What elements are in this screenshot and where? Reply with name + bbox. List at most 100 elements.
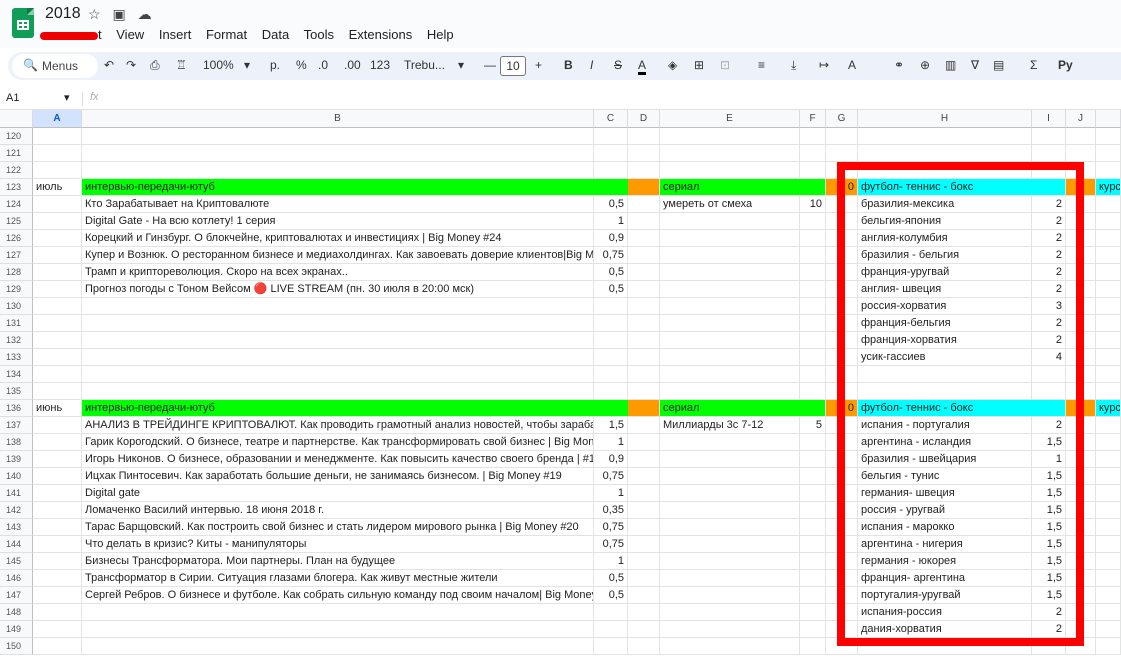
currency-format-button[interactable]: р. — [270, 58, 280, 72]
cell-k-132[interactable] — [1096, 332, 1121, 349]
cell-e-143[interactable] — [660, 519, 800, 536]
cell-c-125[interactable]: 1 — [594, 213, 628, 230]
cell-k-144[interactable] — [1096, 536, 1121, 553]
cell-b-138[interactable]: Гарик Корогодский. О бизнесе, театре и п… — [82, 434, 594, 451]
cell-f-130[interactable] — [800, 298, 826, 315]
cell-d-146[interactable] — [628, 570, 660, 587]
row-number[interactable]: 149 — [0, 621, 33, 638]
cell-d-132[interactable] — [628, 332, 660, 349]
column-header-h[interactable]: H — [858, 110, 1032, 128]
cell-f-123[interactable] — [800, 179, 826, 196]
cell-i-121[interactable] — [1032, 145, 1066, 162]
borders-icon[interactable]: ⊞ — [694, 58, 704, 72]
cell-f-139[interactable] — [800, 451, 826, 468]
cell-d-130[interactable] — [628, 298, 660, 315]
menu-data[interactable]: Data — [262, 27, 289, 42]
cell-f-131[interactable] — [800, 315, 826, 332]
cell-h-120[interactable] — [858, 128, 1032, 145]
cell-e-126[interactable] — [660, 230, 800, 247]
cell-a-123[interactable]: июль — [33, 179, 82, 196]
cell-f-120[interactable] — [800, 128, 826, 145]
cell-j-121[interactable] — [1066, 145, 1096, 162]
name-box[interactable]: A1 — [6, 92, 19, 104]
cell-f-129[interactable] — [800, 281, 826, 298]
cell-b-125[interactable]: Digital Gate - На всю котлету! 1 серия — [82, 213, 594, 230]
row-number[interactable]: 128 — [0, 264, 33, 281]
row-number[interactable]: 150 — [0, 638, 33, 655]
cell-k-130[interactable] — [1096, 298, 1121, 315]
cell-b-142[interactable]: Ломаченко Василий интервью. 18 июня 2018… — [82, 502, 594, 519]
cell-b-128[interactable]: Трамп и криптореволюция. Скоро на всех э… — [82, 264, 594, 281]
cell-f-126[interactable] — [800, 230, 826, 247]
cell-d-120[interactable] — [628, 128, 660, 145]
cell-d-145[interactable] — [628, 553, 660, 570]
text-wrap-icon[interactable]: ↦ — [819, 58, 829, 72]
cell-b-130[interactable] — [82, 298, 594, 315]
menu-format[interactable]: Format — [206, 27, 247, 42]
cell-a-150[interactable] — [33, 638, 82, 655]
cell-a-127[interactable] — [33, 247, 82, 264]
row-number[interactable]: 147 — [0, 587, 33, 604]
cell-c-147[interactable]: 0,5 — [594, 587, 628, 604]
cell-d-148[interactable] — [628, 604, 660, 621]
cell-b-149[interactable] — [82, 621, 594, 638]
cell-f-145[interactable] — [800, 553, 826, 570]
cell-k-143[interactable] — [1096, 519, 1121, 536]
cell-a-138[interactable] — [33, 434, 82, 451]
cell-d-135[interactable] — [628, 383, 660, 400]
cell-k-133[interactable] — [1096, 349, 1121, 366]
row-number[interactable]: 129 — [0, 281, 33, 298]
cell-e-128[interactable] — [660, 264, 800, 281]
row-number[interactable]: 142 — [0, 502, 33, 519]
cell-a-149[interactable] — [33, 621, 82, 638]
cell-a-146[interactable] — [33, 570, 82, 587]
cell-c-149[interactable] — [594, 621, 628, 638]
cell-c-144[interactable]: 0,75 — [594, 536, 628, 553]
cell-j-120[interactable] — [1066, 128, 1096, 145]
font-size-input[interactable]: 10 — [500, 56, 526, 76]
cell-b-141[interactable]: Digital gate — [82, 485, 594, 502]
chevron-down-icon[interactable]: ▾ — [64, 91, 70, 104]
row-number[interactable]: 139 — [0, 451, 33, 468]
cell-k-131[interactable] — [1096, 315, 1121, 332]
row-number[interactable]: 134 — [0, 366, 33, 383]
column-header-f[interactable]: F — [800, 110, 826, 128]
row-number[interactable]: 122 — [0, 162, 33, 179]
cell-a-148[interactable] — [33, 604, 82, 621]
text-color-icon[interactable]: A — [638, 58, 647, 75]
row-number[interactable]: 131 — [0, 315, 33, 332]
cell-b-137[interactable]: АНАЛИЗ В ТРЕЙДИНГЕ КРИПТОВАЛЮТ. Как пров… — [82, 417, 594, 434]
cell-k-126[interactable] — [1096, 230, 1121, 247]
cell-b-145[interactable]: Бизнесы Трансформатора. Мои партнеры. Пл… — [82, 553, 594, 570]
row-number[interactable]: 140 — [0, 468, 33, 485]
menu-extensions[interactable]: Extensions — [349, 27, 413, 42]
cell-e-139[interactable] — [660, 451, 800, 468]
zoom-select[interactable]: 100% — [203, 58, 234, 72]
cell-a-130[interactable] — [33, 298, 82, 315]
cell-d-136[interactable] — [628, 400, 660, 417]
cell-f-121[interactable] — [800, 145, 826, 162]
cell-e-147[interactable] — [660, 587, 800, 604]
cell-e-132[interactable] — [660, 332, 800, 349]
cell-b-129[interactable]: Прогноз погоды с Тоном Вейсом 🔴 LIVE STR… — [82, 281, 594, 298]
row-number[interactable]: 132 — [0, 332, 33, 349]
column-header-j[interactable]: J — [1066, 110, 1096, 128]
cell-c-150[interactable] — [594, 638, 628, 655]
cell-e-149[interactable] — [660, 621, 800, 638]
cell-f-137[interactable]: 5 — [800, 417, 826, 434]
cell-k-122[interactable] — [1096, 162, 1121, 179]
cell-f-127[interactable] — [800, 247, 826, 264]
cell-e-120[interactable] — [660, 128, 800, 145]
cell-a-140[interactable] — [33, 468, 82, 485]
row-number[interactable]: 133 — [0, 349, 33, 366]
cell-d-128[interactable] — [628, 264, 660, 281]
text-rotate-icon[interactable]: A — [848, 58, 856, 72]
cell-k-135[interactable] — [1096, 383, 1121, 400]
cell-b-140[interactable]: Ицхак Пинтосевич. Как заработать большие… — [82, 468, 594, 485]
cell-f-147[interactable] — [800, 587, 826, 604]
cell-k-124[interactable] — [1096, 196, 1121, 213]
cell-f-140[interactable] — [800, 468, 826, 485]
cell-d-150[interactable] — [628, 638, 660, 655]
cell-e-150[interactable] — [660, 638, 800, 655]
bold-button[interactable]: B — [564, 58, 573, 72]
